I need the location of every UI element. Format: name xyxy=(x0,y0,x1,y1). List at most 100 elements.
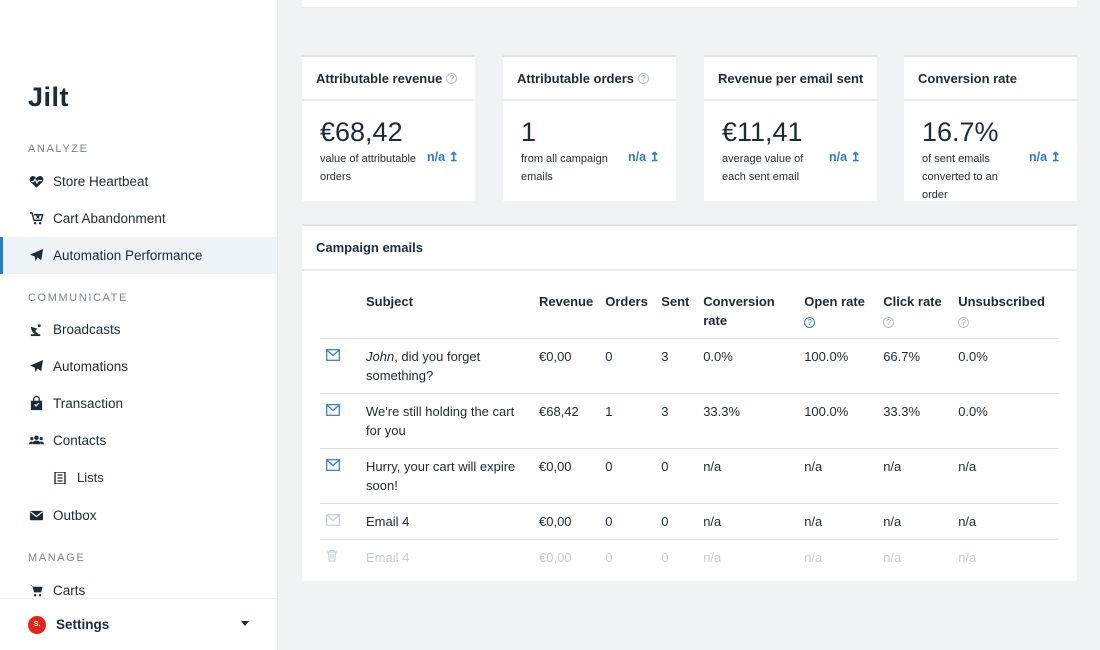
cell-orders: 0 xyxy=(605,550,613,565)
table-row[interactable]: Email 4 €0,00 0 0 n/a n/a n/a n/a xyxy=(320,540,1058,576)
cell-orders: 0 xyxy=(599,503,656,540)
trash-icon[interactable] xyxy=(320,540,360,576)
envelope-icon[interactable] xyxy=(320,393,360,449)
cell-click-rate: n/a xyxy=(877,503,953,540)
envelope-icon[interactable] xyxy=(320,503,360,540)
logo[interactable]: Jilt xyxy=(28,82,69,113)
cell-click-rate: n/a xyxy=(883,550,902,565)
table-row[interactable]: Hurry, your cart will expire soon! €0,00… xyxy=(320,448,1058,504)
sidebar-item-automations[interactable]: Automations xyxy=(0,348,277,385)
column-header-orders[interactable]: Orders xyxy=(599,286,656,339)
cell-sent: 3 xyxy=(655,393,698,449)
stat-card-header: Attributable revenue ? xyxy=(302,57,475,101)
table-row[interactable]: Email 4 €0,00 0 0 n/a n/a n/a n/a xyxy=(320,503,1058,540)
sidebar-item-label: Contacts xyxy=(53,433,107,448)
sidebar-item-label: Broadcasts xyxy=(53,322,121,337)
stat-description: of sent emails converted to an order xyxy=(922,153,998,201)
sidebar-item-label: Cart Abandonment xyxy=(53,211,166,226)
help-icon[interactable]: ? xyxy=(883,317,895,328)
help-icon[interactable]: ? xyxy=(446,72,458,84)
cell-revenue: €0,00 xyxy=(533,448,600,504)
help-icon[interactable]: ? xyxy=(638,72,650,84)
cell-revenue: €0,00 xyxy=(533,338,600,394)
column-header-label: Open rate xyxy=(804,294,865,309)
stat-card-title: Revenue per email sent xyxy=(718,70,864,86)
stat-trend: n/a ↥ xyxy=(1028,150,1061,164)
column-header-subject[interactable]: Subject xyxy=(360,286,533,339)
stat-card-attributable-revenue: Attributable revenue ? €68,42 value of a… xyxy=(302,55,475,201)
cell-orders: 0 xyxy=(599,338,656,394)
cell-conversion-rate: 33.3% xyxy=(697,393,799,449)
stat-value: €11,41 xyxy=(722,117,803,147)
sidebar: Jilt ANALYZE Store Heartbeat Cart Abando… xyxy=(0,0,278,650)
help-icon[interactable]: ? xyxy=(958,317,970,328)
cell-subject[interactable]: We're still holding the cart for you xyxy=(360,393,533,449)
envelope-icon[interactable] xyxy=(320,338,360,394)
cell-unsubscribed: n/a xyxy=(958,550,977,565)
cell-conversion-rate: n/a xyxy=(703,550,722,565)
settings-menu[interactable]: S. Settings xyxy=(0,598,277,650)
column-header-sent[interactable]: Sent xyxy=(655,286,698,339)
sidebar-item-contacts[interactable]: Contacts xyxy=(0,422,277,459)
stat-card-header: Revenue per email sent xyxy=(704,57,877,101)
cell-orders: 1 xyxy=(599,393,656,449)
cell-subject[interactable]: Email 4 xyxy=(360,503,533,540)
chevron-down-icon[interactable] xyxy=(241,621,249,626)
sidebar-item-broadcasts[interactable]: Broadcasts xyxy=(0,311,277,348)
cell-subject[interactable]: Email 4 xyxy=(360,540,533,576)
table-row[interactable]: John, did you forget something? €0,00 0 … xyxy=(320,338,1058,394)
column-header-label: Unsubscribed xyxy=(958,294,1045,309)
table-row[interactable]: We're still holding the cart for you €68… xyxy=(320,393,1058,449)
stat-value: 16.7% xyxy=(922,117,999,147)
stat-trend: n/a ↥ xyxy=(426,150,459,164)
stat-value: 1 xyxy=(521,117,537,147)
cell-sent: 0 xyxy=(661,550,669,565)
envelope-icon xyxy=(28,508,44,524)
stat-trend: n/a ↥ xyxy=(627,150,660,164)
satellite-dish-icon xyxy=(28,322,44,338)
sidebar-item-store-heartbeat[interactable]: Store Heartbeat xyxy=(0,163,277,200)
sidebar-item-label: Transaction xyxy=(53,396,124,411)
settings-label: Settings xyxy=(56,617,110,632)
cell-orders: 0 xyxy=(599,448,656,504)
cart-x-icon xyxy=(28,211,44,227)
column-header-click-rate[interactable]: Click rate ? xyxy=(877,286,953,339)
sidebar-item-outbox[interactable]: Outbox xyxy=(0,497,277,534)
cell-open-rate: n/a xyxy=(798,448,878,504)
section-label-communicate: COMMUNICATE xyxy=(28,292,128,304)
cell-subject[interactable]: Hurry, your cart will expire soon! xyxy=(360,448,533,504)
stat-card-title: Attributable orders xyxy=(517,70,635,86)
cell-unsubscribed: n/a xyxy=(952,448,1058,504)
paper-plane-icon xyxy=(28,359,44,375)
stat-value: €68,42 xyxy=(320,117,403,147)
sidebar-item-transaction[interactable]: Transaction xyxy=(0,385,277,422)
cell-unsubscribed: 0.0% xyxy=(952,338,1058,394)
cell-sent: 0 xyxy=(655,448,698,504)
sidebar-item-label: Automation Performance xyxy=(53,248,203,263)
paper-plane-icon xyxy=(28,248,44,264)
sidebar-item-label: Automations xyxy=(53,359,129,374)
envelope-icon[interactable] xyxy=(320,448,360,504)
column-header-revenue[interactable]: Revenue xyxy=(533,286,600,339)
users-icon xyxy=(28,433,44,449)
cell-subject[interactable]: John, did you forget something? xyxy=(360,338,533,394)
subject-personalization: John xyxy=(366,349,395,364)
column-header-conversion-rate[interactable]: Conversion rate xyxy=(697,286,799,339)
help-icon[interactable]: ? xyxy=(804,317,816,328)
stat-card-header: Attributable orders ? xyxy=(503,57,676,101)
list-book-icon xyxy=(52,470,68,486)
cell-revenue: €0,00 xyxy=(533,503,600,540)
sidebar-item-label: Lists xyxy=(77,470,104,485)
column-header-open-rate[interactable]: Open rate ? xyxy=(798,286,878,339)
cell-open-rate: n/a xyxy=(798,503,878,540)
sidebar-item-automation-performance[interactable]: Automation Performance xyxy=(0,237,277,274)
section-label-analyze: ANALYZE xyxy=(28,143,89,155)
sidebar-item-cart-abandonment[interactable]: Cart Abandonment xyxy=(0,200,277,237)
sidebar-item-lists[interactable]: Lists xyxy=(0,459,277,496)
cell-unsubscribed: 0.0% xyxy=(952,393,1058,449)
campaign-table: Subject Revenue Orders Sent Conversion r… xyxy=(320,286,1058,575)
column-header-label: Click rate xyxy=(883,294,942,309)
cell-sent: 3 xyxy=(655,338,698,394)
top-panel-edge xyxy=(302,0,1077,7)
column-header-unsubscribed[interactable]: Unsubscribed ? xyxy=(952,286,1058,339)
